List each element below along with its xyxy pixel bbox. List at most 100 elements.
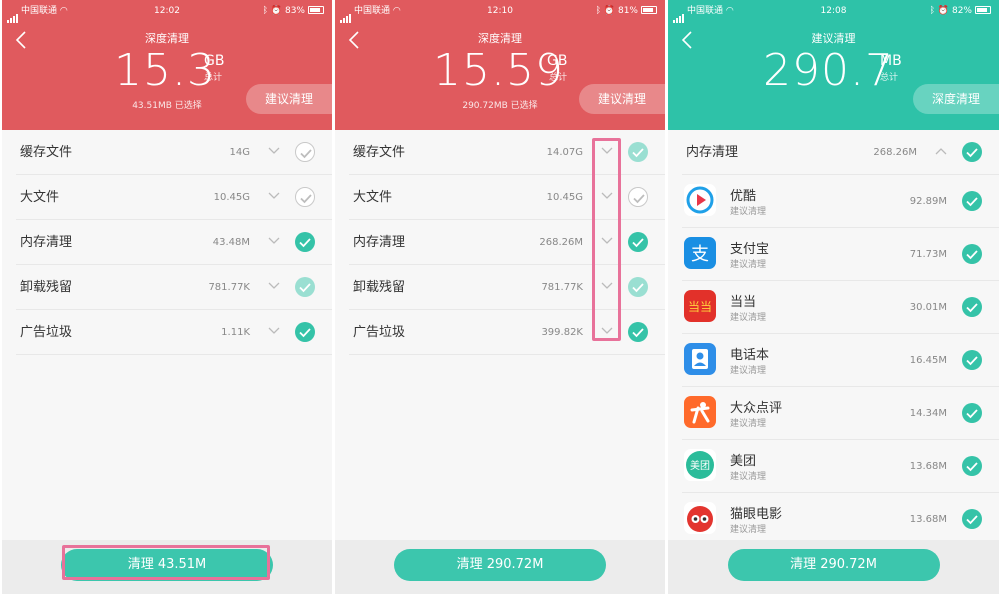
checkmark-icon xyxy=(300,149,312,159)
app-suggestion: 建议清理 xyxy=(730,366,767,376)
category-row[interactable]: 卸载残留 781.77K xyxy=(349,265,665,310)
checkmark-icon xyxy=(966,409,978,419)
category-row[interactable]: 广告垃圾 399.82K xyxy=(349,310,665,355)
checkmark-icon xyxy=(966,356,978,366)
app-name: 大众点评 xyxy=(730,401,783,416)
chevron-down-icon[interactable] xyxy=(268,192,280,202)
app-row[interactable]: 大众点评 建议清理 14.34M xyxy=(682,387,999,440)
checkbox[interactable] xyxy=(962,191,982,211)
app-row[interactable]: 猫眼电影 建议清理 13.68M xyxy=(682,493,999,546)
youku-icon xyxy=(684,184,716,216)
checkbox[interactable] xyxy=(628,232,648,252)
category-label: 内存清理 xyxy=(353,235,406,250)
category-row[interactable]: 大文件 10.45G xyxy=(349,175,665,220)
app-name: 支付宝 xyxy=(730,242,770,257)
app-size: 30.01M xyxy=(909,302,947,313)
checkbox[interactable] xyxy=(962,244,982,264)
alarm-icon: ⏰ xyxy=(603,6,616,16)
checkbox[interactable] xyxy=(295,322,315,342)
category-label: 内存清理 xyxy=(20,235,73,250)
checkmark-icon xyxy=(966,148,978,158)
app-size: 92.89M xyxy=(909,196,947,207)
chevron-up-icon[interactable] xyxy=(935,147,947,157)
category-size: 14.07G xyxy=(546,147,583,158)
checkbox[interactable] xyxy=(962,297,982,317)
clean-button[interactable]: 清理 290.72M xyxy=(727,549,940,581)
status-bar: 中国联通 ◠ 12:08 ᛒ ⏰ 82% xyxy=(668,0,999,23)
chevron-down-icon[interactable] xyxy=(601,192,613,202)
category-label: 大文件 xyxy=(20,190,60,205)
total-label: 总计 xyxy=(204,73,223,83)
checkmark-icon xyxy=(299,283,311,293)
category-label: 卸载残留 xyxy=(20,280,73,295)
section-label: 内存清理 xyxy=(686,145,739,160)
footer: 清理 43.51M xyxy=(2,540,332,594)
category-size: 10.45G xyxy=(546,192,583,203)
chevron-down-icon[interactable] xyxy=(601,327,613,337)
checkbox[interactable] xyxy=(295,277,315,297)
checkbox[interactable] xyxy=(962,456,982,476)
total-label: 总计 xyxy=(549,73,568,83)
app-row[interactable]: 电话本建议清理 16.45M xyxy=(682,334,999,387)
checkmark-icon xyxy=(966,303,978,313)
section-header-memory[interactable]: 内存清理 268.26M xyxy=(682,130,999,175)
checkbox[interactable] xyxy=(628,187,648,207)
app-name: 优酷 xyxy=(730,189,757,204)
page-title: 深度清理 xyxy=(478,32,522,45)
category-label: 缓存文件 xyxy=(353,145,406,160)
app-row[interactable]: 支 支付宝 建议清理 71.73M xyxy=(682,228,999,281)
checkmark-icon xyxy=(632,283,644,293)
category-list: 缓存文件 14.07G 大文件 10.45G 内存清理 268.26M 卸载残留 781.77… xyxy=(335,130,665,355)
suggest-clean-button[interactable]: 建议清理 xyxy=(246,84,332,114)
checkbox[interactable] xyxy=(628,142,648,162)
category-row[interactable]: 内存清理 43.48M xyxy=(16,220,332,265)
category-row[interactable]: 缓存文件 14.07G xyxy=(349,130,665,175)
app-size: 16.45M xyxy=(909,355,947,366)
section-size: 268.26M xyxy=(873,147,917,158)
checkbox[interactable] xyxy=(962,142,982,162)
category-row[interactable]: 卸载残留 781.77K xyxy=(16,265,332,310)
app-row[interactable]: 当当 当当 建议清理 30.01M xyxy=(682,281,999,334)
header: 中国联通 ◠ 12:10 ᛒ ⏰ 81% 深度清理 15.59 GB 总计 29… xyxy=(335,0,665,130)
clean-button[interactable]: 清理 290.72M xyxy=(394,549,606,581)
app-row[interactable]: 美团 美团 建议清理 13.68M xyxy=(682,440,999,493)
svg-text:当当: 当当 xyxy=(688,300,712,314)
suggest-clean-button[interactable]: 建议清理 xyxy=(579,84,665,114)
checkbox[interactable] xyxy=(962,403,982,423)
app-row[interactable]: 优酷建议清理 92.89M xyxy=(682,175,999,228)
deep-clean-screen-1: 中国联通 ◠ 12:02 ᛒ ⏰ 83% 深度清理 15.3 GB 总计 43.… xyxy=(2,0,332,594)
clean-button[interactable]: 清理 43.51M xyxy=(61,549,273,581)
checkbox[interactable] xyxy=(962,509,982,529)
app-suggestion: 建议清理 xyxy=(730,207,767,217)
checkbox[interactable] xyxy=(628,277,648,297)
app-suggestion: 建议清理 xyxy=(730,260,767,270)
chevron-down-icon[interactable] xyxy=(268,282,280,292)
deep-clean-button[interactable]: 深度清理 xyxy=(913,84,999,114)
checkmark-icon xyxy=(966,250,978,260)
checkmark-icon xyxy=(632,148,644,158)
checkbox[interactable] xyxy=(962,350,982,370)
checkbox[interactable] xyxy=(628,322,648,342)
category-label: 卸载残留 xyxy=(353,280,406,295)
app-name: 电话本 xyxy=(730,348,770,363)
checkmark-icon xyxy=(633,194,645,204)
total-size-unit: MB xyxy=(880,53,902,69)
memory-section: 内存清理 268.26M xyxy=(668,130,999,175)
category-row[interactable]: 内存清理 268.26M xyxy=(349,220,665,265)
app-name: 猫眼电影 xyxy=(730,507,783,522)
chevron-down-icon[interactable] xyxy=(601,237,613,247)
contacts-icon xyxy=(684,343,716,375)
chevron-down-icon[interactable] xyxy=(268,147,280,157)
total-size-value: 15.59 xyxy=(433,45,564,96)
chevron-down-icon[interactable] xyxy=(268,327,280,337)
category-row[interactable]: 广告垃圾 1.11K xyxy=(16,310,332,355)
checkbox[interactable] xyxy=(295,187,315,207)
chevron-down-icon[interactable] xyxy=(601,147,613,157)
category-row[interactable]: 大文件 10.45G xyxy=(16,175,332,220)
chevron-down-icon[interactable] xyxy=(268,237,280,247)
svg-text:支: 支 xyxy=(691,244,709,265)
checkbox[interactable] xyxy=(295,232,315,252)
checkbox[interactable] xyxy=(295,142,315,162)
category-row[interactable]: 缓存文件 14G xyxy=(16,130,332,175)
chevron-down-icon[interactable] xyxy=(601,282,613,292)
